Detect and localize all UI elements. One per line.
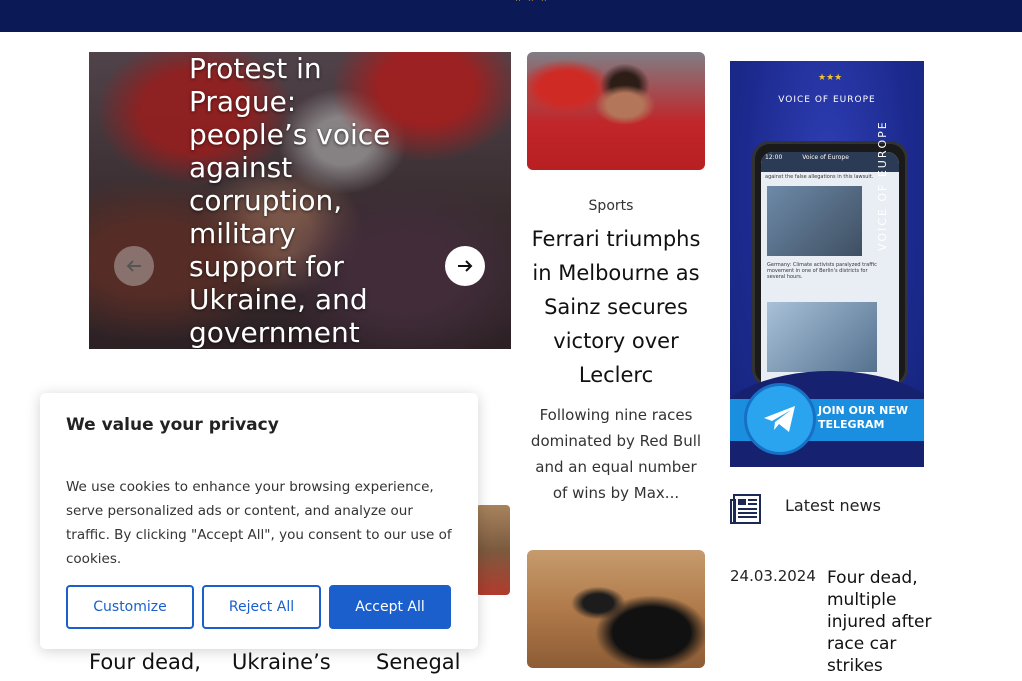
article-thumbnail[interactable]: [476, 505, 510, 595]
cookie-consent-dialog: We value your privacy We use cookies to …: [40, 393, 478, 649]
latest-news-heading: Latest news: [785, 496, 881, 515]
top-bar: ★ ★ ★: [0, 0, 1022, 32]
ad-cta: JOIN OUR NEW TELEGRAM: [818, 404, 909, 431]
phone-post-text-2: Germany: Climate activists paralyzed tra…: [767, 262, 877, 280]
news-title[interactable]: Four dead, multiple injured after race c…: [827, 567, 937, 677]
news-date: 24.03.2024: [730, 567, 816, 585]
eu-stars-icon: ★★★: [818, 73, 843, 83]
arrow-right-icon: [458, 260, 473, 272]
eu-stars-logo: ★ ★ ★: [514, 0, 549, 4]
telegram-ad-banner[interactable]: ★★★ VOICE OF EUROPE 12:00 Voice of Europ…: [730, 61, 924, 467]
slider-next-button[interactable]: [445, 246, 485, 286]
cookie-title: We value your privacy: [66, 415, 279, 435]
newspaper-icon: [730, 494, 761, 524]
slider-prev-button[interactable]: [114, 246, 154, 286]
ad-vertical-brand: VOICE OF EUROPE: [876, 120, 889, 251]
article-title-bottom[interactable]: Ukraine’s: [232, 650, 331, 674]
phone-post-image: [767, 302, 877, 372]
customize-button[interactable]: Customize: [66, 585, 194, 629]
hero-slider[interactable]: Protest in Prague: people’s voice agains…: [89, 52, 511, 349]
hero-title[interactable]: Protest in Prague: people’s voice agains…: [189, 52, 409, 349]
article-title-bottom[interactable]: Four dead,: [89, 650, 201, 674]
article-excerpt: Following nine races dominated by Red Bu…: [530, 406, 702, 502]
article-category[interactable]: Sports: [527, 198, 695, 214]
arrow-left-icon: [126, 260, 141, 272]
article-title[interactable]: Ferrari triumphs in Melbourne as Sainz s…: [527, 222, 705, 392]
phone-post-image: [767, 186, 862, 256]
article-image[interactable]: [527, 52, 705, 170]
ad-brand: VOICE OF EUROPE: [778, 95, 876, 105]
article-image-piano[interactable]: [527, 550, 705, 668]
reject-all-button[interactable]: Reject All: [202, 585, 321, 629]
telegram-icon: [744, 383, 816, 455]
article-title-bottom[interactable]: Senegal: [376, 650, 461, 674]
accept-all-button[interactable]: Accept All: [329, 585, 451, 629]
cookie-text: We use cookies to enhance your browsing …: [66, 479, 452, 567]
